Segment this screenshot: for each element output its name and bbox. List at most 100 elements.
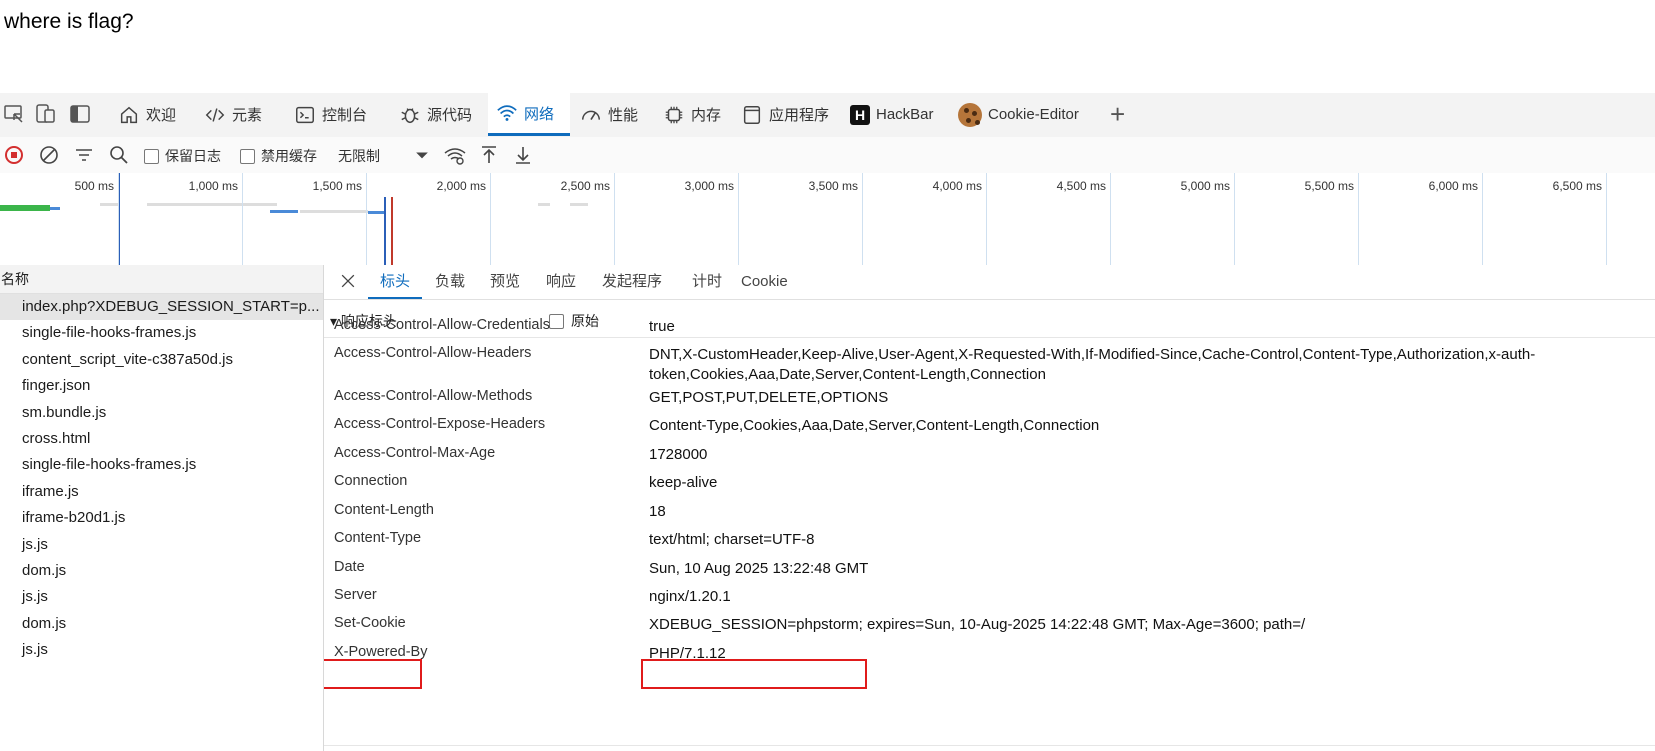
name-column-header[interactable]: 名称 [0,265,323,294]
tab-headers[interactable]: 标头 [368,265,423,299]
inspect-element-icon[interactable] [2,102,26,126]
request-row[interactable]: cross.html [0,426,323,452]
request-row[interactable]: finger.json [0,373,323,399]
tab-cookie-editor[interactable]: Cookie-Editor [950,93,1087,136]
clear-icon[interactable] [37,143,61,167]
checkbox-box[interactable] [549,313,564,329]
header-value: DNT,X-CustomHeader,Keep-Alive,User-Agent… [649,346,1536,383]
tab-payload[interactable]: 负载 [423,265,477,297]
timeline-tick-label: 500 ms [74,179,114,193]
close-icon[interactable] [338,271,358,291]
request-row[interactable]: dom.js [0,558,323,584]
request-row[interactable]: content_script_vite-c387a50d.js [0,347,323,373]
header-name: Access-Control-Allow-Headers [334,345,532,361]
tab-welcome[interactable]: 欢迎 [110,93,184,136]
timeline-tick-label: 3,000 ms [684,179,734,193]
tab-elements[interactable]: 元素 [196,93,270,136]
network-timeline-overview[interactable]: 500 ms 1,000 ms 1,500 ms 2,000 ms 2,500 ms 3,… [0,173,1655,266]
request-row[interactable]: js.js [0,637,323,663]
request-row[interactable]: index.php?XDEBUG_SESSION_START=p... [0,294,323,321]
tab-console[interactable]: 控制台 [286,93,375,136]
checkbox-label: 保留日志 [165,148,221,164]
header-name: X-Powered-By [334,644,428,660]
header-name: Access-Control-Allow-Methods [334,388,533,404]
header-value: GET,POST,PUT,DELETE,OPTIONS [649,389,889,406]
tab-timing[interactable]: 计时 [680,265,734,297]
timeline-bar [300,210,368,213]
speedometer-icon [582,110,600,120]
header-name: Connection [334,473,408,489]
header-value: keep-alive [649,474,718,491]
timeline-bar [50,207,60,210]
header-name: Server [334,587,377,603]
throttling-select[interactable]: 无限制 [338,146,380,166]
request-row[interactable]: js.js [0,584,323,610]
tab-label: 控制台 [322,107,368,124]
request-row[interactable]: single-file-hooks-frames.js [0,320,323,346]
header-name: Set-Cookie [334,615,406,631]
request-row[interactable]: dom.js [0,611,323,637]
header-value: text/html; charset=UTF-8 [649,531,815,548]
dock-side-icon[interactable] [68,102,92,126]
tab-initiator[interactable]: 发起程序 [590,265,674,297]
header-name: Content-Type [334,530,422,546]
checkbox-box[interactable] [240,148,255,164]
request-row[interactable]: single-file-hooks-frames.js [0,452,323,478]
wifi-icon [497,105,517,121]
tab-label: HackBar [876,106,934,123]
tab-sources[interactable]: 源代码 [391,93,480,136]
request-list: 名称 index.php?XDEBUG_SESSION_START=p... si… [0,265,324,751]
request-row[interactable]: iframe.js [0,479,323,505]
timeline-tick-label: 2,000 ms [436,179,486,193]
tab-label: 源代码 [427,107,473,124]
chip-icon [665,106,683,123]
timeline-gridline [1234,173,1235,265]
add-tab-button[interactable]: + [1102,93,1133,136]
request-row[interactable]: js.js [0,532,323,558]
timeline-gridline [1110,173,1111,265]
timeline-tick-label: 6,500 ms [1552,179,1602,193]
tab-label: 元素 [232,107,263,124]
checkbox-label: 禁用缓存 [261,148,317,164]
timeline-tick-label: 2,500 ms [560,179,610,193]
request-row[interactable]: iframe-b20d1.js [0,505,323,531]
upload-har-icon[interactable] [477,143,501,167]
tab-response[interactable]: 响应 [534,265,588,297]
preserve-log-checkbox[interactable]: 保留日志 [144,146,221,166]
network-conditions-icon[interactable] [443,143,467,167]
chevron-down-icon[interactable] [412,145,432,165]
timeline-tick-label: 4,000 ms [932,179,982,193]
request-detail-pane: 标头 负载 预览 响应 发起程序 计时 Cookie ▾ 响应标头 原始 Acc… [324,265,1655,751]
record-stop-icon[interactable] [2,143,26,167]
raw-checkbox[interactable]: 原始 [549,311,599,331]
checkbox-box[interactable] [144,148,159,164]
next-section-divider [324,745,1655,751]
tab-network[interactable]: 网络 [488,93,570,136]
header-value: 18 [649,503,666,520]
timeline-gridline [738,173,739,265]
network-toolbar: 保留日志 禁用缓存 无限制 [0,137,1655,174]
tab-memory[interactable]: 内存 [655,93,729,136]
tab-cookies[interactable]: Cookie [729,265,800,297]
timeline-gridline [242,173,243,265]
tab-application[interactable]: 应用程序 [733,93,837,136]
timeline-gridline [1358,173,1359,265]
dom-content-loaded-marker [384,197,386,265]
bug-icon [401,107,419,123]
header-name: Access-Control-Max-Age [334,445,496,461]
device-emulation-icon[interactable] [34,102,58,126]
download-har-icon[interactable] [511,143,535,167]
header-value: 1728000 [649,446,708,463]
tab-hackbar[interactable]: H HackBar [842,93,942,136]
tab-label: Cookie-Editor [988,106,1079,123]
timeline-tick-label: 6,000 ms [1428,179,1478,193]
tab-label: 应用程序 [769,107,830,124]
filter-icon[interactable] [72,143,96,167]
disable-cache-checkbox[interactable]: 禁用缓存 [240,146,317,166]
tab-preview[interactable]: 预览 [478,265,532,297]
highlight-box-header-name [324,659,422,689]
header-value: Sun, 10 Aug 2025 13:22:48 GMT [649,560,869,577]
tab-performance[interactable]: 性能 [572,93,646,136]
search-icon[interactable] [107,143,131,167]
request-row[interactable]: sm.bundle.js [0,400,323,426]
